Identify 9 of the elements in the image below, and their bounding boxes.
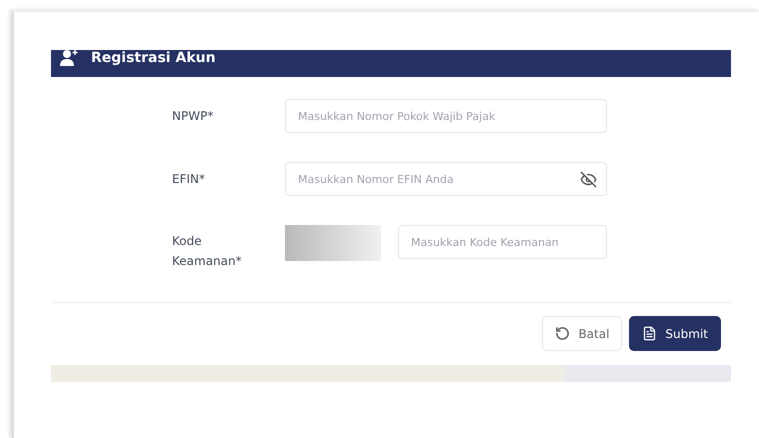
header-title: Registrasi Akun bbox=[91, 50, 216, 66]
field-label: EFIN* bbox=[172, 171, 206, 188]
input-field[interactable]: Masukkan Kode Keamanan bbox=[398, 225, 607, 259]
input-field[interactable]: Masukkan Nomor Pokok Wajib Pajak bbox=[285, 99, 607, 133]
submit-button[interactable]: Submit bbox=[629, 316, 721, 351]
field-label: NPWP* bbox=[172, 108, 214, 125]
input-field[interactable]: Masukkan Nomor EFIN Anda bbox=[285, 162, 607, 196]
cancel-button[interactable]: Batal bbox=[542, 316, 622, 351]
field-label: Kode Keamanan* bbox=[172, 233, 243, 270]
